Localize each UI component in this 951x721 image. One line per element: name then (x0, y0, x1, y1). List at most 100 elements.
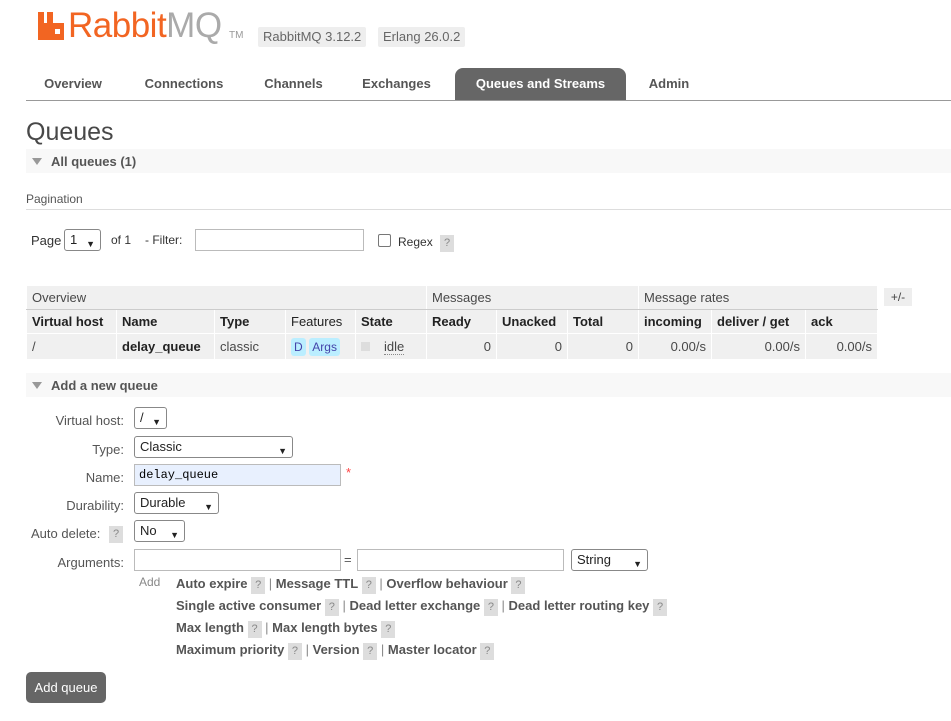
col-type[interactable]: Type (214, 309, 286, 334)
regex-checkbox[interactable] (378, 234, 391, 247)
auto-delete-label: Auto delete: (31, 526, 101, 541)
chevron-down-icon: ▼ (86, 239, 95, 249)
help-icon[interactable]: ? (324, 599, 339, 616)
auto-delete-help[interactable]: ? (109, 525, 123, 543)
rabbitmq-version-badge: RabbitMQ 3.12.2 (258, 27, 367, 47)
col-ready[interactable]: Ready (426, 309, 497, 334)
add-argument-link[interactable]: Add (139, 575, 160, 589)
all-queues-label: All queues (1) (51, 154, 137, 169)
collapse-triangle-icon (32, 382, 42, 389)
chevron-down-icon: ▼ (170, 530, 179, 540)
argument-type-select[interactable]: String ▼ (571, 549, 648, 571)
add-queue-section-toggle[interactable]: Add a new queue (26, 373, 951, 397)
tab-queues-and-streams[interactable]: Queues and Streams (455, 68, 626, 100)
arg-max-length-link[interactable]: Max length (176, 620, 244, 635)
help-icon[interactable]: ? (381, 621, 396, 638)
help-icon[interactable]: ? (363, 643, 378, 660)
tab-overview[interactable]: Overview (26, 68, 120, 100)
cell-unacked: 0 (496, 333, 568, 360)
durability-select[interactable]: Durable ▼ (134, 492, 219, 514)
erlang-version-badge: Erlang 26.0.2 (378, 27, 466, 47)
col-state[interactable]: State (355, 309, 427, 334)
table-row: / delay_queue classic D Args idle 0 0 0 … (26, 333, 878, 360)
arg-auto-expire-link[interactable]: Auto expire (176, 576, 248, 591)
filter-label: - Filter: (145, 233, 183, 247)
chevron-down-icon: ▼ (152, 417, 161, 427)
page-of-label: of 1 (111, 233, 132, 247)
page-select[interactable]: 1 ▼ (64, 229, 101, 251)
help-icon: ? (109, 526, 123, 543)
cell-deliver-get: 0.00/s (711, 333, 806, 360)
col-virtual-host[interactable]: Virtual host (26, 309, 117, 334)
required-marker: * (346, 465, 352, 480)
chevron-down-icon: ▼ (204, 502, 213, 512)
logo-trademark: TM (229, 30, 244, 41)
arg-message-ttl-link[interactable]: Message TTL (276, 576, 358, 591)
help-icon[interactable]: ? (653, 599, 668, 616)
tab-connections[interactable]: Connections (127, 68, 241, 100)
arg-single-active-consumer-link[interactable]: Single active consumer (176, 598, 321, 613)
help-icon[interactable]: ? (511, 577, 526, 594)
queue-name-link[interactable]: delay_queue (116, 333, 215, 360)
state-indicator-icon (361, 342, 370, 351)
auto-delete-select[interactable]: No ▼ (134, 520, 185, 542)
all-queues-section-toggle[interactable]: All queues (1) (26, 149, 951, 173)
col-unacked[interactable]: Unacked (496, 309, 568, 334)
arg-overflow-link[interactable]: Overflow behaviour (386, 576, 507, 591)
equals-sign: = (344, 552, 352, 567)
group-message-rates: Message rates (638, 285, 878, 310)
cell-type: classic (214, 333, 286, 360)
feature-durable-badge: D (291, 337, 306, 356)
arg-dead-letter-routing-key-link[interactable]: Dead letter routing key (509, 598, 650, 613)
arg-master-locator-link[interactable]: Master locator (388, 642, 477, 657)
argument-shortcuts-row-3: Max length ? | Max length bytes ? (176, 620, 396, 638)
argument-shortcuts-row-4: Maximum priority ? | Version ? | Master … (176, 642, 495, 660)
col-features: Features (285, 309, 356, 334)
group-messages: Messages (426, 285, 639, 310)
name-label: Name: (85, 470, 124, 485)
arg-max-length-bytes-link[interactable]: Max length bytes (272, 620, 377, 635)
tab-admin[interactable]: Admin (636, 68, 702, 100)
col-ack[interactable]: ack (805, 309, 878, 334)
filter-input[interactable] (195, 229, 364, 251)
cell-incoming: 0.00/s (638, 333, 712, 360)
argument-value-input[interactable] (357, 549, 564, 571)
arguments-label: Arguments: (57, 555, 124, 570)
regex-help[interactable]: ? (440, 234, 454, 252)
cell-features: D Args (285, 333, 356, 360)
arg-dead-letter-exchange-link[interactable]: Dead letter exchange (350, 598, 481, 613)
arg-version-link[interactable]: Version (313, 642, 360, 657)
group-overview: Overview (26, 285, 427, 310)
col-total[interactable]: Total (567, 309, 639, 334)
main-nav-tabs: Overview Connections Channels Exchanges … (26, 68, 951, 101)
cell-vhost: / (26, 333, 117, 360)
columns-toggle-button[interactable]: +/- (884, 288, 912, 306)
help-icon[interactable]: ? (480, 643, 495, 660)
type-label: Type: (92, 442, 124, 457)
col-incoming[interactable]: incoming (638, 309, 712, 334)
tab-exchanges[interactable]: Exchanges (349, 68, 444, 100)
help-icon[interactable]: ? (361, 577, 376, 594)
regex-label: Regex (398, 235, 433, 249)
col-name[interactable]: Name (116, 309, 215, 334)
vhost-label: Virtual host: (55, 413, 124, 428)
help-icon[interactable]: ? (483, 599, 498, 616)
help-icon[interactable]: ? (251, 577, 266, 594)
type-select[interactable]: Classic ▼ (134, 436, 293, 458)
page-title: Queues (26, 118, 114, 146)
help-icon[interactable]: ? (287, 643, 302, 660)
col-deliver-get[interactable]: deliver / get (711, 309, 806, 334)
add-queue-button[interactable]: Add queue (26, 672, 106, 703)
pagination-title: Pagination (26, 192, 83, 206)
argument-shortcuts-row-1: Auto expire ? | Message TTL ? | Overflow… (176, 576, 526, 594)
help-icon[interactable]: ? (247, 621, 262, 638)
argument-key-input[interactable] (134, 549, 341, 571)
cell-total: 0 (567, 333, 639, 360)
cell-ack: 0.00/s (805, 333, 878, 360)
tab-channels[interactable]: Channels (249, 68, 338, 100)
vhost-select[interactable]: / ▼ (134, 407, 167, 429)
feature-args-badge[interactable]: Args (309, 337, 340, 356)
arg-maximum-priority-link[interactable]: Maximum priority (176, 642, 284, 657)
queue-name-input[interactable] (134, 464, 341, 486)
durability-label: Durability: (66, 498, 124, 513)
